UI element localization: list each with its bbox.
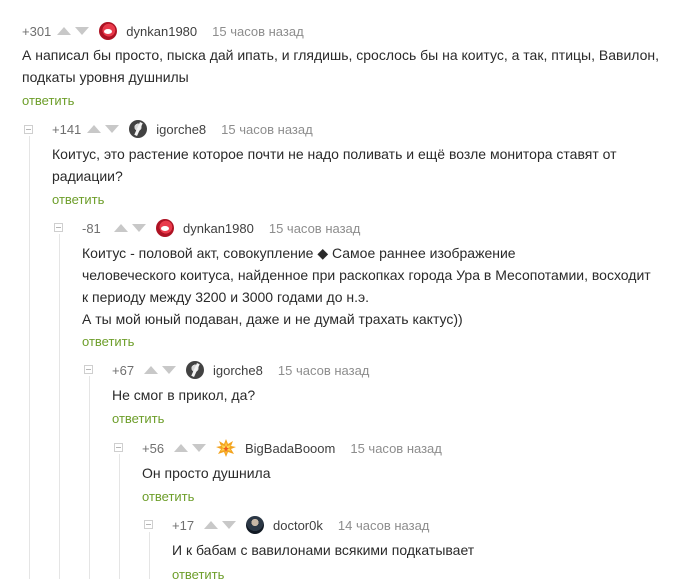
- downvote-icon[interactable]: [222, 521, 236, 529]
- author-link[interactable]: dynkan1980: [126, 24, 197, 39]
- downvote-icon[interactable]: [75, 27, 90, 35]
- thread-line-level-2: [59, 234, 60, 579]
- author-link[interactable]: igorche8: [156, 122, 206, 137]
- comments-thread: +301 dynkan1980 15 часов назад А написал…: [0, 0, 700, 579]
- reply-link[interactable]: ответить: [142, 489, 194, 505]
- timestamp[interactable]: 15 часов назад: [212, 24, 304, 39]
- comment-text: И к бабам с вавилонами всякими подкатыва…: [172, 542, 475, 558]
- timestamp[interactable]: 15 часов назад: [221, 122, 313, 137]
- comment-meta: +17 doctor0k 14 часов назад: [172, 515, 429, 535]
- upvote-icon[interactable]: [144, 366, 158, 374]
- rating: +67: [112, 362, 135, 378]
- comment-meta: +67 igorche8 15 часов назад: [112, 360, 369, 380]
- comment-meta: +56 BigBadaBooom 15 часов назад: [142, 438, 442, 458]
- collapse-button[interactable]: [54, 223, 63, 232]
- comment-meta: +301 dynkan1980 15 часов назад: [22, 21, 304, 41]
- collapse-button[interactable]: [84, 365, 93, 374]
- upvote-icon[interactable]: [174, 444, 188, 452]
- comment-meta: +141 igorche8 15 часов назад: [52, 119, 313, 139]
- downvote-icon[interactable]: [162, 366, 176, 374]
- upvote-icon[interactable]: [204, 521, 218, 529]
- reply-link[interactable]: ответить: [82, 334, 134, 350]
- collapse-button[interactable]: [114, 443, 123, 452]
- timestamp[interactable]: 15 часов назад: [278, 363, 370, 378]
- comment-text: А написал бы просто, пыска дай ипать, и …: [22, 47, 660, 85]
- reply-link[interactable]: ответить: [172, 567, 224, 579]
- comment-text: Коитус, это растение которое почти не на…: [52, 146, 617, 184]
- comment-meta: -81 dynkan1980 15 часов назад: [82, 218, 360, 238]
- comment-text: Он просто душнила: [142, 465, 271, 481]
- author-link[interactable]: igorche8: [213, 363, 263, 378]
- timestamp[interactable]: 14 часов назад: [338, 518, 430, 533]
- timestamp[interactable]: 15 часов назад: [350, 441, 442, 456]
- timestamp[interactable]: 15 часов назад: [269, 221, 361, 236]
- black-white-user-avatar-icon[interactable]: [186, 361, 204, 379]
- black-white-user-avatar-icon[interactable]: [129, 120, 148, 138]
- downvote-icon[interactable]: [105, 125, 120, 133]
- explosion-icon: [216, 439, 236, 457]
- rating: +56: [142, 440, 165, 456]
- thread-line-level-1: [29, 136, 30, 579]
- comment-text: Коитус - половой акт, совокупление ◆ Сам…: [82, 245, 651, 327]
- rating: +301: [22, 23, 52, 39]
- collapse-button[interactable]: [24, 125, 33, 134]
- downvote-icon[interactable]: [192, 444, 206, 452]
- reply-link[interactable]: ответить: [52, 192, 104, 208]
- explosion-avatar-icon[interactable]: [216, 439, 236, 457]
- rating: +17: [172, 517, 195, 533]
- thread-line-level-4: [119, 454, 120, 579]
- reply-link[interactable]: ответить: [22, 93, 74, 109]
- upvote-icon[interactable]: [87, 125, 102, 133]
- author-link[interactable]: doctor0k: [273, 518, 323, 533]
- thread-line-level-3: [89, 376, 90, 579]
- rating: +141: [52, 121, 82, 137]
- upvote-icon[interactable]: [114, 224, 128, 232]
- author-link[interactable]: dynkan1980: [183, 221, 254, 236]
- author-link[interactable]: BigBadaBooom: [245, 441, 335, 456]
- red-user-avatar-icon[interactable]: [99, 22, 118, 40]
- doctor-avatar-icon[interactable]: [246, 516, 264, 534]
- rating: -81: [82, 220, 101, 236]
- upvote-icon[interactable]: [57, 27, 72, 35]
- thread-line-level-5: [149, 532, 150, 579]
- red-user-avatar-icon[interactable]: [156, 219, 174, 237]
- downvote-icon[interactable]: [132, 224, 146, 232]
- reply-link[interactable]: ответить: [112, 411, 164, 427]
- collapse-button[interactable]: [144, 520, 153, 529]
- comment-text: Не смог в прикол, да?: [112, 387, 256, 403]
